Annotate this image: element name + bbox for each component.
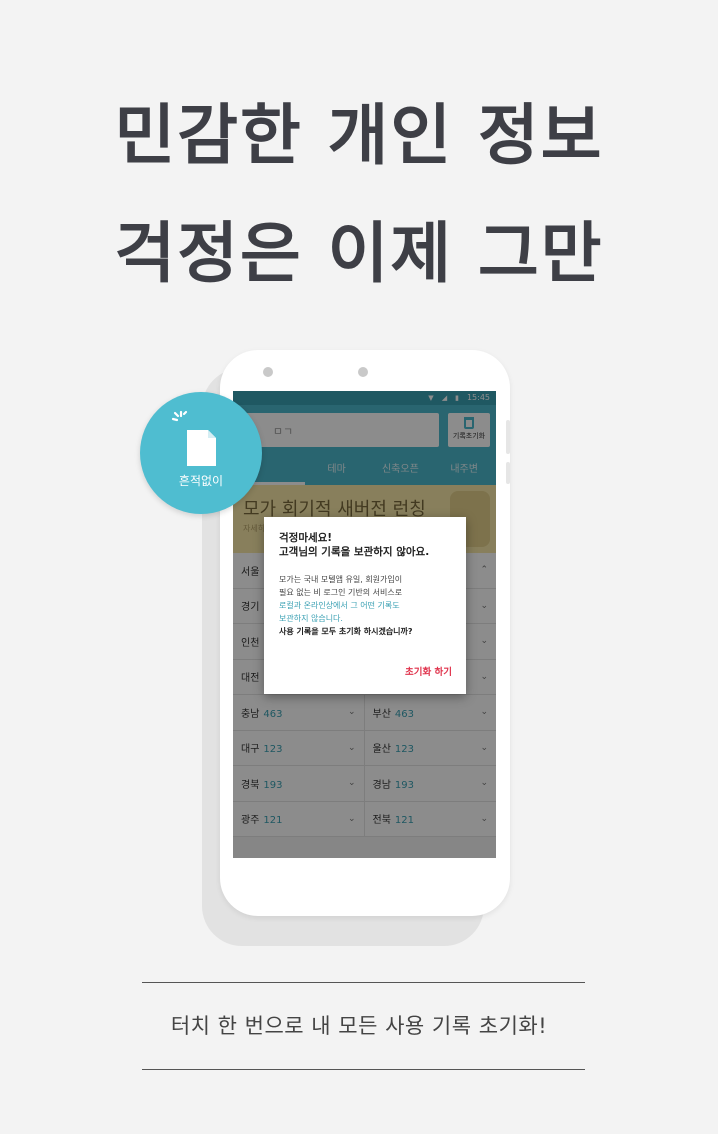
dialog-body: 모가는 국내 모텔앱 유일, 회원가입이 필요 없는 비 로그인 기반의 서비스…: [279, 573, 452, 638]
power-button: [506, 462, 510, 484]
camera-dot: [358, 367, 368, 377]
dialog-highlight-line1: 로컬과 온라인상에서 그 어떤 기록도: [279, 601, 400, 610]
speaker-dot: [263, 367, 273, 377]
footer-tagline: 터치 한 번으로 내 모든 사용 기록 초기화!: [170, 1014, 548, 1038]
dialog-title-line2: 고객님의 기록을 보관하지 않아요.: [279, 546, 430, 558]
document-icon: [187, 430, 216, 466]
dialog-body-line2: 필요 없는 비 로그인 기반의 서비스로: [279, 588, 403, 597]
dialog-body-line1: 모가는 국내 모텔앱 유일, 회원가입이: [279, 575, 403, 584]
dialog-question: 사용 기록을 모두 초기화 하시겠습니까?: [279, 627, 413, 636]
volume-button: [506, 420, 510, 454]
dialog-highlight-line2: 보관하지 않습니다.: [279, 614, 343, 623]
headline-line1: 민감한 개인 정보: [114, 97, 604, 174]
divider-bottom: [142, 1069, 585, 1070]
reset-confirm-dialog: 걱정마세요! 고객님의 기록을 보관하지 않아요. 모가는 국내 모텔앱 유일,…: [264, 517, 466, 694]
no-trace-badge: 흔적없이: [140, 392, 262, 514]
divider-top: [142, 982, 585, 983]
confirm-reset-button[interactable]: 초기화 하기: [405, 664, 452, 678]
headline-line2: 걱정은 이제 그만: [114, 215, 604, 292]
badge-label: 흔적없이: [178, 474, 224, 488]
dialog-title-line1: 걱정마세요!: [279, 532, 333, 544]
